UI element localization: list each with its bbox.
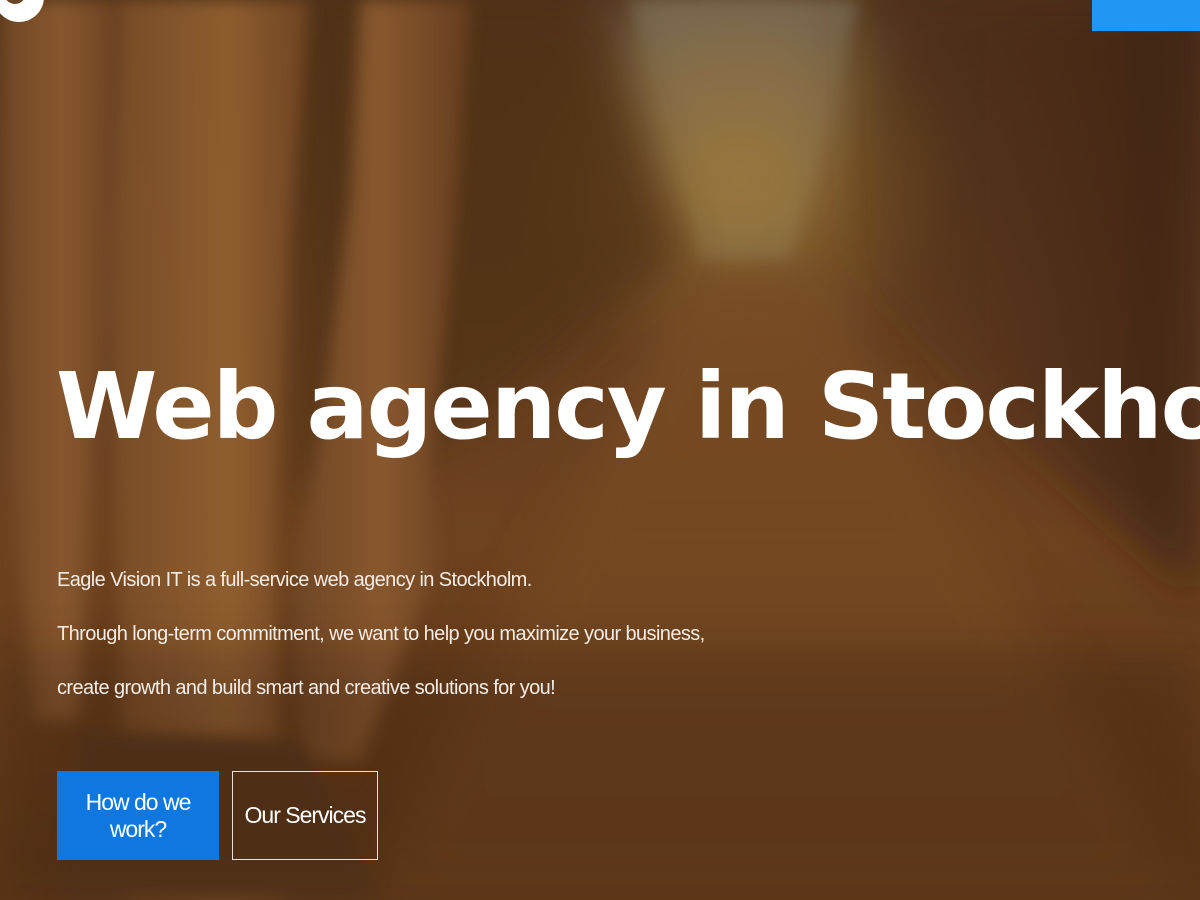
hero-intro: Eagle Vision IT is a full-service web ag… bbox=[57, 553, 705, 715]
our-services-button[interactable]: Our Services bbox=[232, 771, 378, 860]
header-cta-button[interactable] bbox=[1092, 0, 1200, 31]
hero-title: Web agency in Stockholm bbox=[56, 353, 1200, 460]
hero-section: Web agency in Stockholm Eagle Vision IT … bbox=[0, 0, 1200, 900]
hero-intro-line: create growth and build smart and creati… bbox=[57, 677, 556, 699]
hero-intro-line: Eagle Vision IT is a full-service web ag… bbox=[57, 569, 532, 591]
how-we-work-button[interactable]: How do we work? bbox=[57, 771, 219, 860]
hero-intro-line: Through long-term commitment, we want to… bbox=[57, 623, 705, 645]
